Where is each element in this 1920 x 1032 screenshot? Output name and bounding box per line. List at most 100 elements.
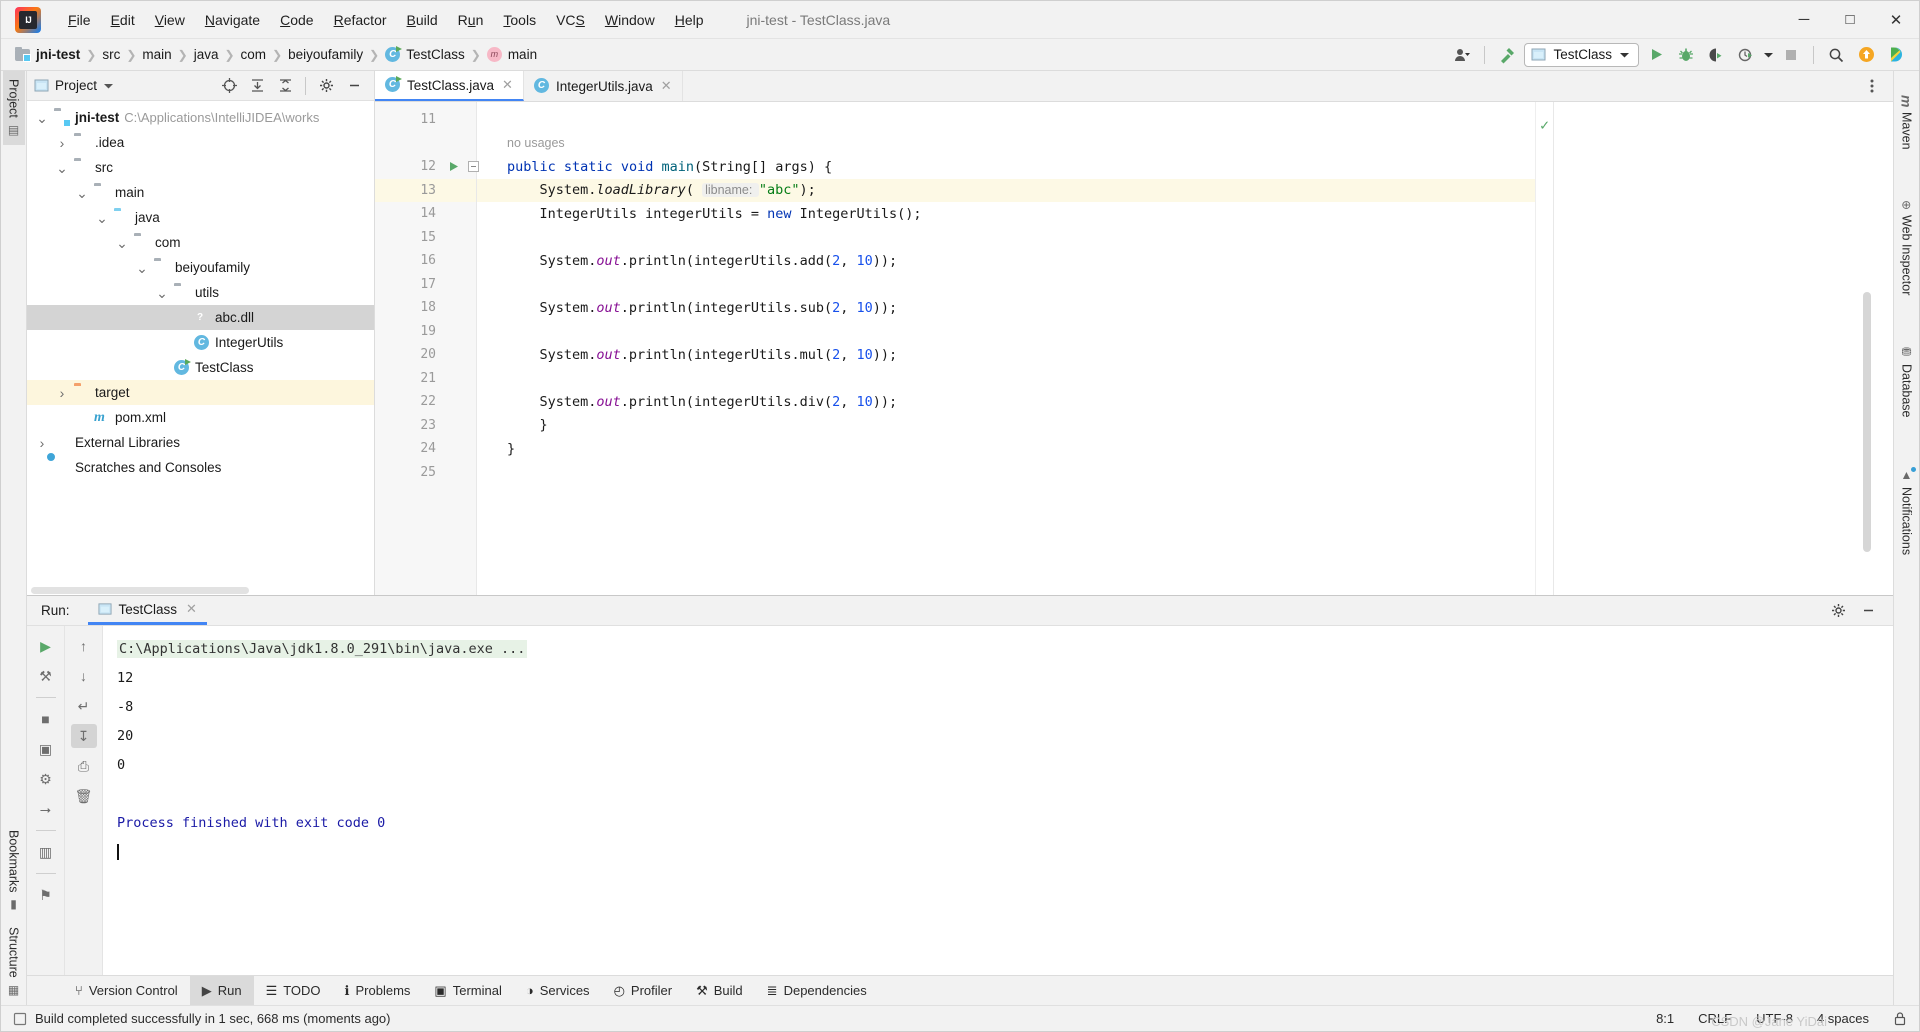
tree-node-utils[interactable]: ⌄ utils <box>27 280 374 305</box>
hide-panel-icon[interactable] <box>1855 599 1881 623</box>
exit-button[interactable]: ⭢ <box>33 797 59 821</box>
code-line[interactable] <box>477 461 1535 485</box>
code-line[interactable]: public static void main (String[] args) { <box>477 155 1535 179</box>
console-output[interactable]: C:\Applications\Java\jdk1.8.0_291\bin\ja… <box>103 626 1893 975</box>
stop-square-icon[interactable] <box>1778 43 1804 67</box>
editor-tab-close-icon[interactable]: ✕ <box>502 77 513 93</box>
code-line[interactable]: } <box>477 414 1535 438</box>
editor-tab-testclass-java[interactable]: C TestClass.java ✕ <box>375 71 524 101</box>
ai-assistant-icon[interactable] <box>1883 43 1909 67</box>
tree-node-com[interactable]: ⌄ com <box>27 230 374 255</box>
tree-node-main[interactable]: ⌄ main <box>27 180 374 205</box>
bottom-tab-todo[interactable]: ☰ TODO <box>254 976 333 1005</box>
indent-setting[interactable]: 4 spaces <box>1817 1011 1869 1026</box>
code-line[interactable]: System. out .println(integerUtils.sub(2, 1… <box>477 296 1535 320</box>
bottom-tab-profiler[interactable]: ◴ Profiler <box>602 976 685 1005</box>
breadcrumb-item-main[interactable]: m main <box>483 45 541 65</box>
bottom-tab-build[interactable]: ⚒ Build <box>684 976 755 1005</box>
editor-options-icon[interactable] <box>1859 74 1885 98</box>
tree-node-testclass[interactable]: C TestClass <box>27 355 374 380</box>
restore-layout-button[interactable]: ⚙ <box>33 767 59 791</box>
breadcrumb-item-com[interactable]: com <box>237 45 271 64</box>
maximize-icon[interactable]: □ <box>1827 1 1873 39</box>
caret-position[interactable]: 8:1 <box>1656 1011 1674 1026</box>
tree-node-jni-test[interactable]: ⌄ jni-test C:\Applications\IntelliJIDEA\wo… <box>27 105 374 130</box>
chevron-down-icon[interactable]: ⌄ <box>135 261 149 275</box>
menu-item-tools[interactable]: Tools <box>494 8 545 32</box>
pin-tab-button[interactable]: ⚑ <box>33 883 59 907</box>
collapse-all-icon[interactable] <box>272 74 298 98</box>
hide-panel-icon[interactable] <box>341 74 367 98</box>
bottom-tab-dependencies[interactable]: ≣ Dependencies <box>755 976 879 1005</box>
tree-node-abc-dll[interactable]: abc.dll <box>27 305 374 330</box>
debug-bug-icon[interactable] <box>1673 43 1699 67</box>
chevron-right-icon[interactable]: › <box>35 435 49 451</box>
tool-window-button-maven[interactable]: m Maven <box>1895 87 1919 158</box>
file-encoding[interactable]: UTF-8 <box>1756 1011 1793 1026</box>
previous-occurrence-button[interactable]: ↑ <box>71 634 97 658</box>
menu-item-edit[interactable]: Edit <box>102 8 144 32</box>
menu-item-window[interactable]: Window <box>596 8 664 32</box>
code-line[interactable] <box>477 367 1535 391</box>
editor-tab-close-icon[interactable]: ✕ <box>661 78 672 94</box>
tree-node-target[interactable]: › target <box>27 380 374 405</box>
code-text[interactable]: no usages public static void main (String[… <box>477 102 1535 595</box>
code-line[interactable]: IntegerUtils integerUtils = new IntegerU… <box>477 202 1535 226</box>
bottom-tab-services[interactable]: ◑ Services <box>514 976 602 1005</box>
tree-node-beiyoufamily[interactable]: ⌄ beiyoufamily <box>27 255 374 280</box>
stop-button[interactable]: ■ <box>33 707 59 731</box>
bottom-tab-run[interactable]: ▶ Run <box>189 976 254 1005</box>
chevron-down-icon-2[interactable] <box>1763 51 1774 59</box>
code-line[interactable] <box>477 108 1535 132</box>
tool-window-button-web-inspector[interactable]: ⊕ Web Inspector <box>1896 192 1918 303</box>
layout-settings-button[interactable]: ▥ <box>33 840 59 864</box>
menu-item-refactor[interactable]: Refactor <box>325 8 396 32</box>
menu-item-navigate[interactable]: Navigate <box>196 8 269 32</box>
code-line[interactable]: System. out .println(integerUtils.add(2, 1… <box>477 249 1535 273</box>
code-line[interactable]: System. out .println(integerUtils.div(2, 1… <box>477 390 1535 414</box>
code-line[interactable]: System. out .println(integerUtils.mul(2, 1… <box>477 343 1535 367</box>
inspections-ok-check-icon[interactable]: ✓ <box>1540 116 1549 134</box>
next-occurrence-button[interactable]: ↓ <box>71 664 97 688</box>
breadcrumb-item-src[interactable]: src <box>98 45 124 64</box>
breadcrumb-item-main[interactable]: main <box>138 45 175 64</box>
breadcrumb-item-java[interactable]: java <box>190 45 223 64</box>
bottom-tab-terminal[interactable]: ▣ Terminal <box>422 976 513 1005</box>
print-button[interactable]: ⎙ <box>71 754 97 778</box>
breadcrumb-item-jni-test[interactable]: jni-test <box>11 45 84 65</box>
menu-item-code[interactable]: Code <box>271 8 322 32</box>
code-line[interactable] <box>477 226 1535 250</box>
code-line[interactable]: no usages <box>477 132 1535 156</box>
code-line[interactable]: System. loadLibrary( libname: "abc"); <box>477 178 1535 202</box>
expand-all-icon[interactable] <box>244 74 270 98</box>
select-opened-file-icon[interactable] <box>216 74 242 98</box>
menu-item-vcs[interactable]: VCS <box>547 8 594 32</box>
chevron-down-icon[interactable]: ⌄ <box>155 286 169 300</box>
tree-node-src[interactable]: ⌄ src <box>27 155 374 180</box>
menu-item-run[interactable]: Run <box>449 8 493 32</box>
status-message-area[interactable]: Build completed successfully in 1 sec, 6… <box>13 1011 391 1026</box>
run-with-coverage-icon[interactable] <box>1703 43 1729 67</box>
run-play-icon[interactable] <box>1643 43 1669 67</box>
tree-node-java[interactable]: ⌄ java <box>27 205 374 230</box>
chevron-down-icon[interactable] <box>103 82 114 90</box>
run-configuration-selector[interactable]: TestClass <box>1524 42 1639 67</box>
bottom-tab-problems[interactable]: ℹ Problems <box>333 976 423 1005</box>
lock-icon[interactable] <box>1893 1011 1907 1026</box>
scroll-to-end-button[interactable]: ↧ <box>70 724 97 748</box>
tree-node-pom-xml[interactable]: m pom.xml <box>27 405 374 430</box>
chevron-down-icon[interactable]: ⌄ <box>55 161 69 175</box>
soft-wrap-button[interactable]: ↵ <box>71 694 97 718</box>
minimize-icon[interactable]: ─ <box>1781 1 1827 39</box>
project-horizontal-scrollbar[interactable] <box>27 586 374 595</box>
chevron-down-icon[interactable]: ⌄ <box>95 211 109 225</box>
chevron-down-icon[interactable]: ⌄ <box>115 236 129 250</box>
console-caret-line[interactable] <box>117 837 1893 866</box>
code-line[interactable] <box>477 320 1535 344</box>
code-view[interactable]: 11 12 13 14 15 16 17 18 19 20 21 22 23 24 25 no usages… <box>375 102 1553 595</box>
tree-node-scratches-and-consoles[interactable]: Scratches and Consoles <box>27 455 374 480</box>
breadcrumb-item-beiyoufamily[interactable]: beiyoufamily <box>284 45 367 64</box>
profiler-icon[interactable] <box>1733 43 1759 67</box>
tool-window-button-database[interactable]: ⛃ Database <box>1896 337 1918 426</box>
line-separator[interactable]: CRLF <box>1698 1011 1732 1026</box>
